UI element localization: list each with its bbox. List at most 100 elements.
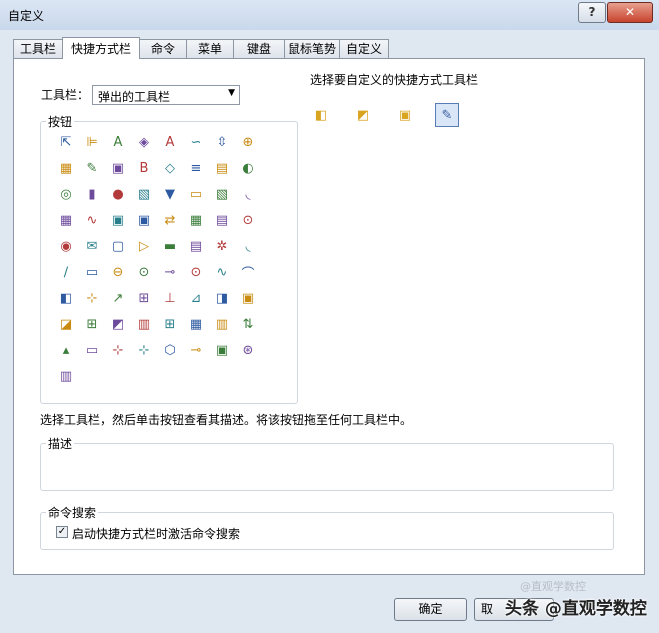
command-button-icon[interactable]: ⊫ (82, 132, 102, 152)
command-button-icon[interactable]: ∕ (56, 262, 76, 282)
command-button-icon[interactable]: ✲ (212, 236, 232, 256)
command-button-icon[interactable]: ⊙ (238, 210, 258, 230)
command-button-icon[interactable]: ◧ (56, 288, 76, 308)
command-button-icon[interactable]: ◈ (134, 132, 154, 152)
command-button-icon[interactable]: ⊕ (238, 132, 258, 152)
description-group (40, 443, 614, 491)
command-button-icon[interactable]: ∿ (212, 262, 232, 282)
buttons-group-label: 按钮 (46, 113, 75, 130)
select-shortcut-toolbar-label: 选择要自定义的快捷方式工具栏 (310, 73, 479, 87)
command-button-icon[interactable]: ▣ (238, 288, 258, 308)
tab-mouse-gestures[interactable]: 鼠标笔势 (284, 39, 340, 58)
tab-menus[interactable]: 菜单 (186, 39, 234, 58)
command-button-icon[interactable]: ▣ (212, 340, 232, 360)
window-title: 自定义 (8, 9, 45, 23)
tab-shortcut-bars[interactable]: 快捷方式栏 (62, 37, 140, 59)
command-button-icon[interactable]: ◇ (160, 158, 180, 178)
command-button-icon[interactable]: ▤ (212, 210, 232, 230)
watermark-faint: @直观学数控 (520, 580, 586, 593)
tab-commands[interactable]: 命令 (139, 39, 187, 58)
command-button-icon[interactable]: ◟ (238, 184, 258, 204)
command-button-icon[interactable]: ▦ (186, 314, 206, 334)
command-button-icon[interactable]: ⊖ (108, 262, 128, 282)
command-button-icon[interactable]: B (134, 158, 154, 178)
command-button-icon[interactable]: ◎ (56, 184, 76, 204)
close-button[interactable]: ✕ (607, 2, 653, 23)
command-button-icon[interactable]: ⊹ (82, 288, 102, 308)
assembly-toolbar-icon[interactable]: ◩ (351, 103, 375, 127)
toolbar-label: 工具栏： (41, 88, 90, 102)
sketch-toolbar-icon[interactable]: ✎ (435, 103, 459, 127)
command-button-icon[interactable]: ▣ (108, 158, 128, 178)
command-button-icon[interactable]: ● (108, 184, 128, 204)
command-button-icon[interactable]: ⊙ (186, 262, 206, 282)
command-button-icon[interactable]: ▥ (56, 366, 76, 386)
command-button-icon[interactable]: ◨ (212, 288, 232, 308)
command-button-icon[interactable]: ⊿ (186, 288, 206, 308)
command-button-icon[interactable]: ⊞ (82, 314, 102, 334)
command-button-icon[interactable]: ⊸ (160, 262, 180, 282)
command-button-icon[interactable]: ▼ (160, 184, 180, 204)
command-button-icon[interactable]: ◩ (108, 314, 128, 334)
command-button-icon[interactable]: ▮ (82, 184, 102, 204)
command-button-icon[interactable]: ✉ (82, 236, 102, 256)
command-button-icon[interactable]: ⊛ (238, 340, 258, 360)
command-button-icon[interactable]: ◪ (56, 314, 76, 334)
command-button-icon[interactable]: ⊸ (186, 340, 206, 360)
ok-button[interactable]: 确定 (394, 598, 467, 621)
command-button-icon[interactable]: ⇳ (212, 132, 232, 152)
command-button-icon[interactable]: ▥ (212, 314, 232, 334)
command-button-icon[interactable]: ▥ (134, 314, 154, 334)
chevron-down-icon: ▼ (228, 88, 235, 98)
command-button-icon[interactable]: ◟ (238, 236, 258, 256)
tab-customize[interactable]: 自定义 (339, 39, 389, 58)
toolbar-dropdown-value: 弹出的工具栏 (98, 90, 171, 104)
command-button-icon[interactable]: ⇱ (56, 132, 76, 152)
command-button-icon[interactable]: ⊞ (160, 314, 180, 334)
command-button-icon[interactable]: ▭ (186, 184, 206, 204)
command-button-icon[interactable]: ▢ (108, 236, 128, 256)
command-button-icon[interactable]: ⊹ (134, 340, 154, 360)
command-button-icon[interactable]: ◉ (56, 236, 76, 256)
command-button-icon[interactable]: ▷ (134, 236, 154, 256)
command-button-icon[interactable]: ⊞ (134, 288, 154, 308)
command-button-icon[interactable]: ▭ (82, 262, 102, 282)
command-button-icon[interactable]: A (160, 132, 180, 152)
command-button-icon[interactable]: ▤ (212, 158, 232, 178)
command-button-icon[interactable]: ▣ (134, 210, 154, 230)
command-button-icon[interactable]: ⊙ (134, 262, 154, 282)
drawing-toolbar-icon[interactable]: ▣ (393, 103, 417, 127)
command-button-icon[interactable]: ↗ (108, 288, 128, 308)
command-button-icon[interactable]: ▦ (186, 210, 206, 230)
command-button-icon[interactable]: ≡ (186, 158, 206, 178)
command-button-icon[interactable]: ▦ (56, 158, 76, 178)
command-button-icon[interactable]: A (108, 132, 128, 152)
command-button-icon[interactable]: ▣ (108, 210, 128, 230)
command-button-icon[interactable]: ▧ (134, 184, 154, 204)
command-button-icon[interactable]: ▧ (212, 184, 232, 204)
command-button-icon[interactable]: ▬ (160, 236, 180, 256)
command-button-icon[interactable]: ∿ (82, 210, 102, 230)
command-button-icon[interactable]: ⇅ (238, 314, 258, 334)
command-button-icon[interactable]: ⊥ (160, 288, 180, 308)
part-toolbar-icon[interactable]: ◧ (309, 103, 333, 127)
command-search-checkbox[interactable]: ✓ (56, 526, 68, 538)
command-button-icon[interactable]: ⊹ (108, 340, 128, 360)
command-button-icon[interactable]: ⬡ (160, 340, 180, 360)
hint-text: 选择工具栏，然后单击按钮查看其描述。将该按钮拖至任何工具栏中。 (40, 413, 413, 427)
command-button-icon[interactable]: ⇄ (160, 210, 180, 230)
command-button-icon[interactable]: ▭ (82, 340, 102, 360)
command-button-icon[interactable]: ◐ (238, 158, 258, 178)
command-button-icon[interactable]: ▦ (56, 210, 76, 230)
tab-keyboard[interactable]: 键盘 (233, 39, 285, 58)
help-button[interactable]: ? (578, 2, 606, 23)
command-button-icon[interactable]: ⌒ (238, 262, 258, 282)
command-button-icon[interactable]: ✎ (82, 158, 102, 178)
watermark: 头条 @直观学数控 (505, 599, 647, 619)
tab-toolbars[interactable]: 工具栏 (13, 39, 63, 58)
command-button-icon[interactable]: ▴ (56, 340, 76, 360)
command-button-icon[interactable]: ∽ (186, 132, 206, 152)
command-button-icon[interactable]: ▤ (186, 236, 206, 256)
command-search-group-label: 命令搜索 (46, 504, 99, 521)
toolbar-dropdown[interactable]: 弹出的工具栏 ▼ (92, 85, 240, 105)
